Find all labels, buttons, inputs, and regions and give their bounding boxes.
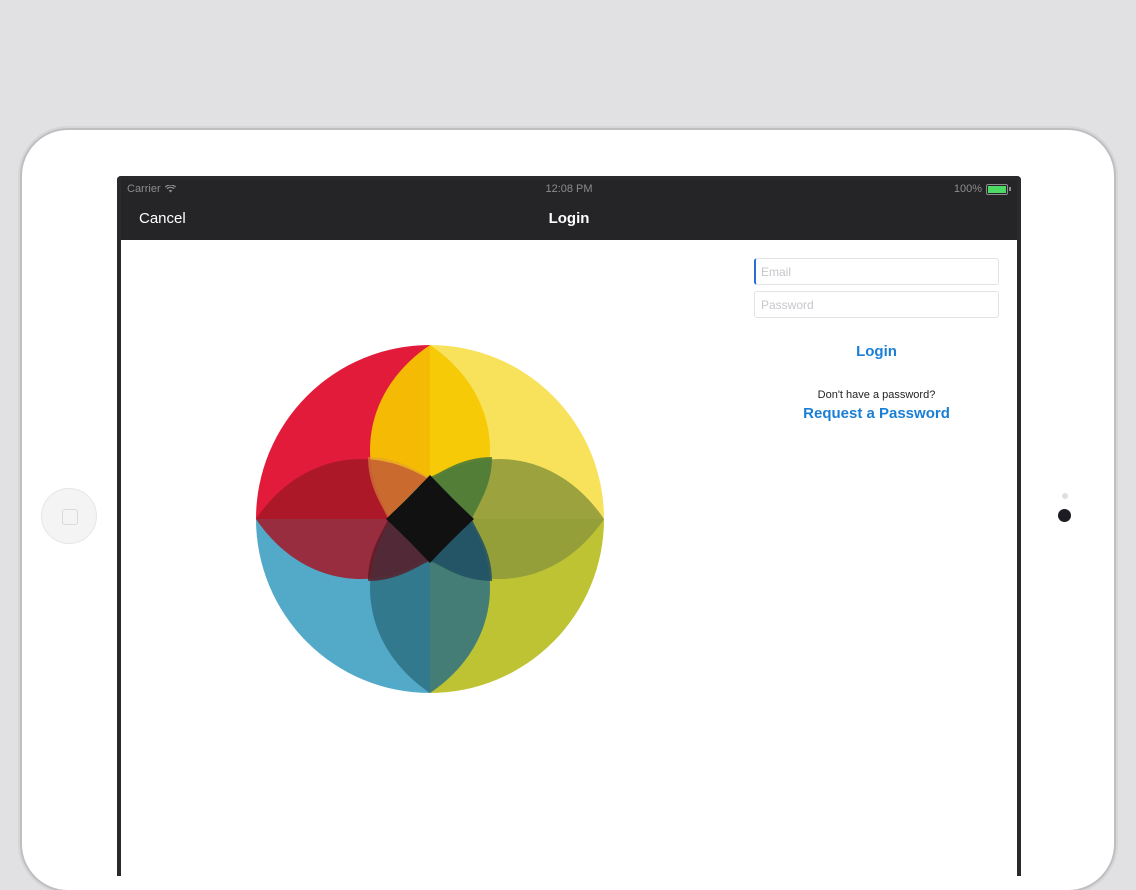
no-password-hint: Don't have a password? (817, 389, 936, 401)
battery-indicator: 100% (954, 183, 1011, 195)
password-field[interactable] (754, 291, 999, 318)
login-content: Login Don't have a password? Request a P… (121, 240, 1017, 876)
app-screen: Carrier 12:08 PM 100% Cancel Login Email… (117, 176, 1021, 876)
status-bar: Carrier 12:08 PM 100% (121, 180, 1017, 198)
navigation-bar: Cancel Login (121, 198, 1017, 240)
home-button[interactable] (41, 488, 97, 544)
status-time: 12:08 PM (545, 183, 593, 195)
page-title: Login (548, 210, 590, 227)
color-wheel-logo (256, 345, 604, 693)
battery-percent: 100% (953, 183, 982, 195)
battery-icon (986, 183, 1008, 195)
camera-icon (1058, 509, 1071, 522)
request-password-button[interactable]: Request a Password (797, 404, 956, 423)
login-form: Login Don't have a password? Request a P… (754, 258, 999, 423)
sensor-dot (1062, 493, 1068, 499)
home-square-icon (62, 509, 78, 525)
login-button[interactable]: Login (850, 342, 903, 361)
email-field[interactable] (754, 258, 999, 285)
